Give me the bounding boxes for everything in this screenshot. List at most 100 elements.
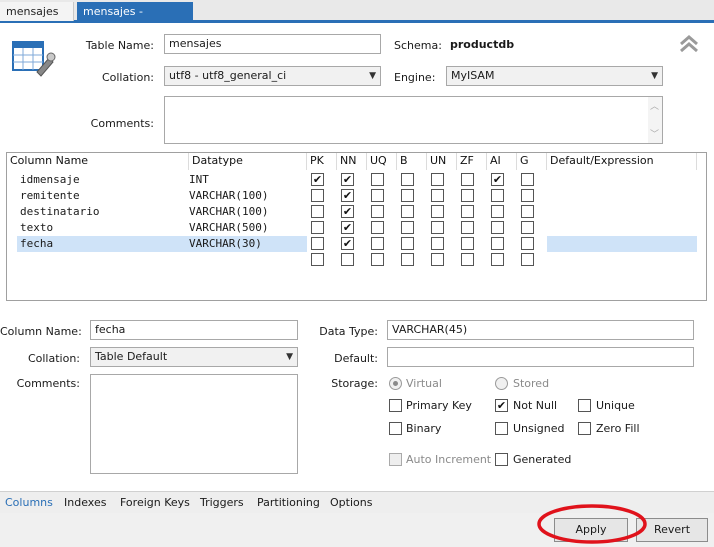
tab-foreign-keys[interactable]: Foreign Keys	[120, 496, 190, 509]
column-collation-select[interactable]: Table Default ▼	[90, 347, 298, 367]
grid-checkbox-ai[interactable]	[491, 205, 504, 218]
col-header-pk[interactable]: PK	[307, 153, 337, 170]
col-header-uq[interactable]: UQ	[367, 153, 397, 170]
primary-key-checkbox[interactable]	[389, 399, 402, 412]
tab-mensajes[interactable]: mensajes	[0, 2, 74, 21]
grid-cell-column-name[interactable]: fecha	[20, 236, 188, 252]
grid-checkbox-uq[interactable]	[371, 189, 384, 202]
grid-cell-datatype[interactable]: VARCHAR(100)	[189, 204, 305, 220]
grid-checkbox-g[interactable]	[521, 173, 534, 186]
col-header-un[interactable]: UN	[427, 153, 457, 170]
grid-cell-datatype[interactable]	[189, 252, 305, 268]
grid-checkbox-un[interactable]	[431, 237, 444, 250]
grid-checkbox-zf[interactable]	[461, 253, 474, 266]
tab-triggers[interactable]: Triggers	[200, 496, 244, 509]
grid-checkbox-g[interactable]	[521, 237, 534, 250]
grid-checkbox-ai[interactable]	[491, 237, 504, 250]
table-comments-textarea[interactable]: ︿ ﹀	[164, 96, 663, 144]
grid-checkbox-pk[interactable]: ✔	[311, 173, 324, 186]
grid-checkbox-uq[interactable]	[371, 221, 384, 234]
collation-select[interactable]: utf8 - utf8_general_ci ▼	[164, 66, 381, 86]
grid-cell-column-name[interactable]: remitente	[20, 188, 188, 204]
grid-checkbox-zf[interactable]	[461, 237, 474, 250]
columns-grid[interactable]: Column Name Datatype PK NN UQ B UN ZF AI…	[6, 152, 707, 301]
grid-cell-datatype[interactable]: INT	[189, 172, 305, 188]
grid-checkbox-ai[interactable]	[491, 221, 504, 234]
grid-checkbox-un[interactable]	[431, 221, 444, 234]
grid-cell-datatype[interactable]: VARCHAR(30)	[189, 236, 305, 252]
grid-checkbox-ai[interactable]: ✔	[491, 173, 504, 186]
not-null-checkbox[interactable]: ✔	[495, 399, 508, 412]
data-type-input[interactable]: VARCHAR(45)	[387, 320, 694, 340]
column-comments-textarea[interactable]	[90, 374, 298, 474]
engine-select[interactable]: MyISAM ▼	[446, 66, 663, 86]
tab-mensajes-table[interactable]: mensajes - Table ×	[77, 2, 193, 37]
grid-checkbox-zf[interactable]	[461, 221, 474, 234]
unsigned-checkbox[interactable]	[495, 422, 508, 435]
grid-cell-column-name[interactable]: idmensaje	[20, 172, 188, 188]
grid-checkbox-zf[interactable]	[461, 173, 474, 186]
grid-checkbox-pk[interactable]	[311, 205, 324, 218]
generated-checkbox[interactable]	[495, 453, 508, 466]
grid-cell-column-name[interactable]	[20, 252, 188, 268]
grid-checkbox-nn[interactable]	[341, 253, 354, 266]
col-header-b[interactable]: B	[397, 153, 427, 170]
zero-fill-checkbox[interactable]	[578, 422, 591, 435]
textarea-scrollbar[interactable]: ︿ ﹀	[648, 97, 662, 143]
grid-checkbox-nn[interactable]: ✔	[341, 189, 354, 202]
grid-checkbox-b[interactable]	[401, 205, 414, 218]
grid-checkbox-ai[interactable]	[491, 189, 504, 202]
grid-checkbox-uq[interactable]	[371, 253, 384, 266]
col-header-g[interactable]: G	[517, 153, 547, 170]
grid-cell-datatype[interactable]: VARCHAR(500)	[189, 220, 305, 236]
col-header-nn[interactable]: NN	[337, 153, 367, 170]
storage-stored-radio[interactable]	[495, 377, 508, 390]
grid-checkbox-un[interactable]	[431, 205, 444, 218]
binary-checkbox[interactable]	[389, 422, 402, 435]
table-name-input[interactable]: mensajes	[164, 34, 381, 54]
grid-checkbox-zf[interactable]	[461, 189, 474, 202]
auto-increment-checkbox[interactable]	[389, 453, 402, 466]
grid-checkbox-un[interactable]	[431, 253, 444, 266]
grid-checkbox-zf[interactable]	[461, 205, 474, 218]
grid-checkbox-b[interactable]	[401, 237, 414, 250]
col-header-zf[interactable]: ZF	[457, 153, 487, 170]
tab-options[interactable]: Options	[330, 496, 372, 509]
col-header-ai[interactable]: AI	[487, 153, 517, 170]
grid-checkbox-pk[interactable]	[311, 221, 324, 234]
grid-checkbox-pk[interactable]	[311, 237, 324, 250]
grid-checkbox-un[interactable]	[431, 173, 444, 186]
grid-checkbox-nn[interactable]: ✔	[341, 221, 354, 234]
grid-checkbox-pk[interactable]	[311, 189, 324, 202]
grid-checkbox-b[interactable]	[401, 221, 414, 234]
tab-columns[interactable]: Columns	[5, 496, 53, 509]
grid-checkbox-g[interactable]	[521, 221, 534, 234]
grid-checkbox-b[interactable]	[401, 173, 414, 186]
col-header-datatype[interactable]: Datatype	[189, 153, 307, 170]
grid-checkbox-g[interactable]	[521, 253, 534, 266]
grid-cell-column-name[interactable]: destinatario	[20, 204, 188, 220]
grid-checkbox-b[interactable]	[401, 253, 414, 266]
collapse-chevron-icon[interactable]	[679, 34, 699, 54]
grid-checkbox-nn[interactable]: ✔	[341, 173, 354, 186]
tab-indexes[interactable]: Indexes	[64, 496, 106, 509]
col-header-name[interactable]: Column Name	[7, 153, 189, 170]
grid-checkbox-b[interactable]	[401, 189, 414, 202]
tab-partitioning[interactable]: Partitioning	[257, 496, 320, 509]
grid-cell-datatype[interactable]: VARCHAR(100)	[189, 188, 305, 204]
grid-checkbox-g[interactable]	[521, 205, 534, 218]
grid-checkbox-ai[interactable]	[491, 253, 504, 266]
column-name-input[interactable]: fecha	[90, 320, 298, 340]
unique-checkbox[interactable]	[578, 399, 591, 412]
grid-checkbox-g[interactable]	[521, 189, 534, 202]
grid-checkbox-uq[interactable]	[371, 205, 384, 218]
grid-cell-column-name[interactable]: texto	[20, 220, 188, 236]
default-input[interactable]	[387, 347, 694, 367]
grid-checkbox-uq[interactable]	[371, 237, 384, 250]
col-header-default[interactable]: Default/Expression	[547, 153, 697, 170]
grid-checkbox-uq[interactable]	[371, 173, 384, 186]
grid-checkbox-nn[interactable]: ✔	[341, 205, 354, 218]
close-icon[interactable]: ×	[117, 24, 126, 37]
grid-checkbox-pk[interactable]	[311, 253, 324, 266]
grid-checkbox-un[interactable]	[431, 189, 444, 202]
